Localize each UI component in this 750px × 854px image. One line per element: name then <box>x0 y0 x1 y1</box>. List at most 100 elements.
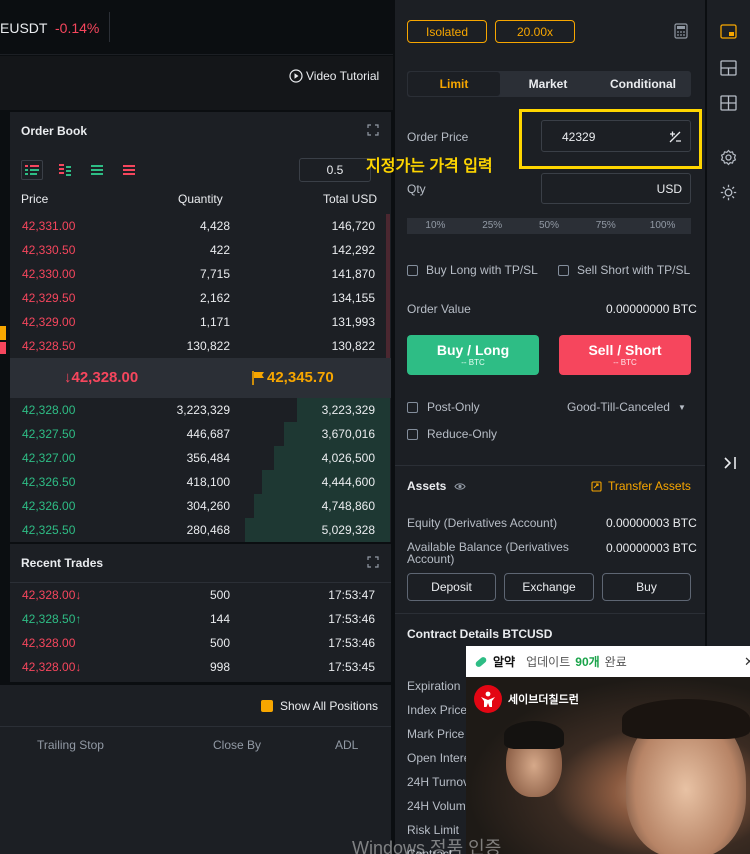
collapse-panel-icon[interactable] <box>722 455 738 471</box>
settings-gear-icon[interactable] <box>720 149 737 166</box>
qty-input[interactable]: USD <box>541 173 691 204</box>
expand-icon[interactable] <box>367 556 379 568</box>
ask-total: 134,155 <box>331 291 375 305</box>
eye-icon[interactable] <box>454 482 466 491</box>
play-circle-icon <box>289 69 303 83</box>
buy-tpsl-label: Buy Long with TP/SL <box>426 263 538 277</box>
ask-row[interactable]: 42,330.50 422 142,292 <box>10 238 390 262</box>
header-quantity: Quantity <box>178 192 223 206</box>
view-both-button[interactable] <box>21 160 43 180</box>
show-all-checkbox[interactable] <box>261 700 273 712</box>
percent-10[interactable]: 10% <box>407 218 464 234</box>
theme-sun-icon[interactable] <box>720 184 737 201</box>
post-only-option[interactable]: Post-Only <box>407 400 480 414</box>
ticker-symbol[interactable]: EUSDT <box>0 20 47 36</box>
bid-quantity: 3,223,329 <box>176 403 230 417</box>
popup-count: 90개 <box>575 655 600 669</box>
order-price-input[interactable]: 42329 <box>541 120 691 152</box>
buy-tpsl-checkbox[interactable] <box>407 264 418 276</box>
bid-row[interactable]: 42,326.00 304,260 4,748,860 <box>10 494 390 518</box>
positions-panel: Show All Positions Trailing Stop Close B… <box>0 685 391 854</box>
child-hair <box>504 721 564 749</box>
tab-market[interactable]: Market <box>501 71 595 97</box>
transfer-icon <box>591 480 602 492</box>
exchange-button[interactable]: Exchange <box>504 573 594 601</box>
tab-limit[interactable]: Limit <box>407 71 501 97</box>
alyac-pill-icon <box>475 656 487 667</box>
bid-quantity: 446,687 <box>186 427 230 441</box>
ask-row[interactable]: 42,330.00 7,715 141,870 <box>10 262 390 286</box>
post-only-checkbox[interactable] <box>407 401 418 413</box>
ask-row[interactable]: 42,328.50 130,822 130,822 <box>10 334 390 358</box>
bid-quantity: 356,484 <box>186 451 230 465</box>
arrow-up-icon: ↑ <box>75 612 82 626</box>
bid-row[interactable]: 42,325.50 280,468 5,029,328 <box>10 518 390 542</box>
popup-ad-image[interactable]: 세이브더칠드런 <box>466 677 750 854</box>
ask-row[interactable]: 42,331.00 4,428 146,720 <box>10 214 390 238</box>
buy-tpsl-option[interactable]: Buy Long with TP/SL <box>407 263 538 277</box>
precision-select[interactable]: 0.5 <box>299 158 371 182</box>
transfer-assets-link[interactable]: Transfer Assets <box>591 479 691 493</box>
sell-tpsl-option[interactable]: Sell Short with TP/SL <box>558 263 690 277</box>
sell-tpsl-checkbox[interactable] <box>558 264 569 276</box>
ask-total: 130,822 <box>331 339 375 353</box>
contract-details-title: Contract Details BTCUSD <box>407 627 553 641</box>
ticker-divider <box>109 12 110 42</box>
bid-row[interactable]: 42,328.00 3,223,329 3,223,329 <box>10 398 390 422</box>
video-tutorial-link[interactable]: Video Tutorial <box>289 69 379 83</box>
bid-total: 4,444,600 <box>321 475 375 489</box>
layout-panel-icon[interactable] <box>720 24 737 39</box>
sell-short-label: Sell / Short <box>588 342 662 358</box>
trade-time: 17:53:46 <box>328 636 375 650</box>
margin-mode-button[interactable]: Isolated <box>407 20 487 43</box>
column-trailing-stop: Trailing Stop <box>37 738 104 752</box>
reduce-only-checkbox[interactable] <box>407 428 418 440</box>
layout-grid-icon[interactable] <box>720 95 737 111</box>
assets-title: Assets <box>407 479 447 493</box>
last-price[interactable]: ↓42,328.00 <box>64 369 138 386</box>
buy-button[interactable]: Buy <box>602 573 691 601</box>
percent-100[interactable]: 100% <box>634 218 691 234</box>
buy-long-button[interactable]: Buy / Long -- BTC <box>407 335 539 375</box>
ask-price: 42,330.50 <box>22 243 76 257</box>
layout-split-icon[interactable] <box>720 60 737 76</box>
calculator-icon[interactable] <box>674 23 688 39</box>
bid-row[interactable]: 42,327.00 356,484 4,026,500 <box>10 446 390 470</box>
reduce-only-option[interactable]: Reduce-Only <box>407 427 497 441</box>
trade-time: 17:53:46 <box>328 612 375 626</box>
down-arrow-icon: ↓ <box>64 369 72 386</box>
orderbook-asks-icon[interactable] <box>122 164 136 176</box>
trade-row: 42,328.50↑ 144 17:53:46 <box>10 607 390 631</box>
sell-short-button[interactable]: Sell / Short -- BTC <box>559 335 691 375</box>
orderbook-bids-icon[interactable] <box>90 164 104 176</box>
percent-75[interactable]: 75% <box>577 218 634 234</box>
bid-quantity: 418,100 <box>186 475 230 489</box>
leverage-button[interactable]: 20.00x <box>495 20 575 43</box>
ask-row[interactable]: 42,329.00 1,171 131,993 <box>10 310 390 334</box>
trade-price-value: 42,328.50 <box>22 612 76 626</box>
bid-price: 42,327.00 <box>22 451 76 465</box>
chart-toolbar: Video Tutorial <box>0 56 393 110</box>
buy-long-label: Buy / Long <box>436 342 510 358</box>
show-all-positions-toggle[interactable]: Show All Positions <box>261 699 378 713</box>
trade-price: 42,328.00 <box>10 636 130 650</box>
percent-50[interactable]: 50% <box>521 218 578 234</box>
popup-close-icon[interactable]: ✕ <box>744 654 750 670</box>
ask-price: 42,330.00 <box>22 267 76 281</box>
tab-conditional[interactable]: Conditional <box>595 71 691 97</box>
percent-slider[interactable]: 10% 25% 50% 75% 100% <box>407 218 691 234</box>
expand-icon[interactable] <box>367 124 379 136</box>
margin-mode-label: Isolated <box>425 24 469 39</box>
bid-row[interactable]: 42,326.50 418,100 4,444,600 <box>10 470 390 494</box>
bid-price: 42,325.50 <box>22 523 76 537</box>
time-in-force-select[interactable]: Good-Till-Canceled ▼ <box>567 400 686 414</box>
ask-row[interactable]: 42,329.50 2,162 134,155 <box>10 286 390 310</box>
orderbook-split-icon[interactable] <box>58 164 72 176</box>
bid-total: 3,670,016 <box>321 427 375 441</box>
percent-25[interactable]: 25% <box>464 218 521 234</box>
chart-edge-marker <box>0 342 6 354</box>
plus-minus-icon[interactable] <box>668 130 682 144</box>
bid-row[interactable]: 42,327.50 446,687 3,670,016 <box>10 422 390 446</box>
ask-quantity: 1,171 <box>199 315 230 329</box>
deposit-button[interactable]: Deposit <box>407 573 496 601</box>
